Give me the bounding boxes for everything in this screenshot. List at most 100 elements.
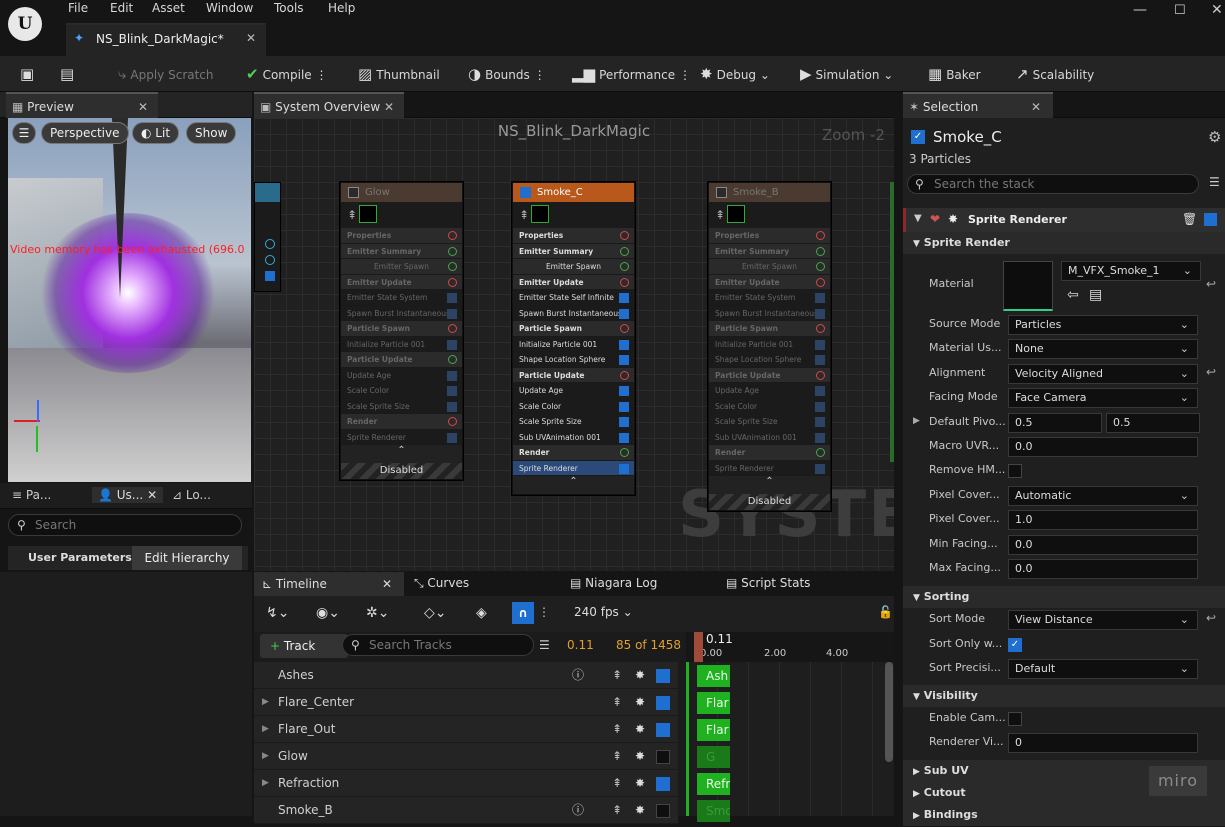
node-enable-checkbox[interactable] (348, 187, 359, 198)
property-dropdown[interactable]: Default ⌄ (1008, 659, 1198, 680)
module-row[interactable]: Emitter State System (709, 290, 830, 306)
node-enable-checkbox[interactable] (716, 187, 727, 198)
params-search-input[interactable]: ⚲ Search (8, 514, 242, 536)
emitter-lifespan-bar[interactable]: Flar (697, 692, 730, 714)
module-row[interactable]: Emitter Spawn (709, 259, 830, 275)
magnet-snap-icon[interactable]: ∩ (512, 602, 534, 624)
maximize-icon[interactable]: ☐ (1174, 3, 1186, 18)
close-icon[interactable]: ✕ (384, 94, 394, 120)
module-row[interactable]: Update Age (709, 383, 830, 399)
track-enabled-checkbox[interactable] (656, 696, 670, 710)
miro-badge[interactable]: miro (1149, 766, 1207, 796)
details-section[interactable]: ▼ Sorting (903, 586, 1225, 609)
module-checkbox[interactable] (815, 339, 825, 350)
emitter-lifespan-bar[interactable]: G (697, 746, 730, 768)
sprite-render-section[interactable]: ▼ Sprite Render (903, 232, 1225, 254)
reset-icon[interactable]: ↩ (1206, 611, 1216, 625)
property-dropdown[interactable]: View Distance ⌄ (1008, 610, 1198, 631)
compile-button[interactable]: ✔ Compile ⋮ (246, 56, 327, 92)
more-icon[interactable]: ⋮ (538, 605, 550, 619)
delete-icon[interactable]: 🗑 (1182, 212, 1197, 226)
property-dropdown[interactable]: None ⌄ (1008, 339, 1198, 360)
module-row[interactable]: Properties (513, 228, 634, 244)
node-enable-checkbox[interactable] (520, 187, 531, 198)
snap-icon[interactable]: ✲⌄ (366, 605, 389, 621)
module-row[interactable]: Initialize Particle 001 (341, 337, 462, 352)
save-icon[interactable]: ▣ (20, 56, 38, 92)
collapse-node-icon[interactable]: ⌃ (341, 445, 462, 463)
module-checkbox[interactable] (619, 417, 629, 427)
module-row[interactable]: Emitter Update (513, 274, 634, 290)
track-row[interactable]: Ashes ⓘ ⇞ ✸ (254, 662, 678, 689)
fps-dropdown[interactable]: 240 fps ⌄ (574, 605, 633, 619)
property-input[interactable]: 0.0 (1008, 559, 1198, 579)
menu-edit[interactable]: Edit (110, 1, 133, 15)
property-input-x[interactable]: 0.5 (1008, 412, 1102, 433)
close-icon[interactable]: ✕ (1031, 94, 1041, 120)
info-icon[interactable]: ⓘ (572, 797, 584, 824)
module-checkbox[interactable] (815, 355, 825, 365)
module-row[interactable]: Spawn Burst Instantaneous (709, 306, 830, 321)
expand-icon[interactable]: ▶ (262, 743, 269, 770)
property-checkbox[interactable] (1008, 711, 1022, 726)
property-input[interactable]: 1.0 (1008, 510, 1198, 531)
material-thumbnail[interactable] (1003, 261, 1053, 311)
track-row[interactable]: Smoke_B ⓘ ⇞ ✸ (254, 797, 678, 824)
module-row[interactable]: Render (341, 414, 462, 430)
module-row[interactable]: Update Age (341, 368, 462, 383)
node-header[interactable]: Smoke_B (709, 183, 830, 202)
emitter-lifespan-bar[interactable]: Smo (697, 800, 730, 822)
property-dropdown[interactable]: Velocity Aligned ⌄ (1008, 363, 1198, 384)
thumbnail-button[interactable]: ▨ Thumbnail (358, 56, 440, 92)
module-row[interactable]: Scale Sprite Size (709, 414, 830, 430)
module-row[interactable]: Properties (341, 228, 462, 244)
module-checkbox[interactable] (447, 308, 457, 319)
module-row[interactable]: Particle Spawn (513, 321, 634, 337)
module-checkbox[interactable] (619, 386, 629, 396)
expand-icon[interactable]: ▶ (913, 416, 920, 426)
module-checkbox[interactable] (815, 293, 825, 303)
emitter-node-smoke_c[interactable]: Smoke_C ⇞ Properties Emitter Summary Emitter… (512, 182, 635, 495)
module-row[interactable]: Emitter State System (341, 290, 462, 306)
module-checkbox[interactable] (619, 463, 629, 474)
preview-tab[interactable]: ▦ Preview ✕ (6, 92, 158, 118)
track-enabled-checkbox[interactable] (656, 777, 670, 791)
menu-window[interactable]: Window (206, 1, 253, 15)
module-checkbox[interactable] (815, 417, 825, 427)
module-row[interactable]: Emitter State Self Infinite (513, 290, 634, 306)
partial-node[interactable] (254, 182, 281, 292)
menu-file[interactable]: File (68, 1, 88, 15)
track-row[interactable]: ▶ Refraction ⇞ ✸ (254, 770, 678, 797)
expand-icon[interactable]: ▶ (262, 716, 269, 743)
track-row[interactable]: ▶ Flare_Out ⇞ ✸ (254, 716, 678, 743)
module-row[interactable]: Particle Spawn (709, 321, 830, 337)
menu-asset[interactable]: Asset (152, 1, 185, 15)
property-dropdown[interactable]: Face Camera ⌄ (1008, 388, 1198, 409)
stack-search-input[interactable]: ⚲ Search the stack (907, 174, 1199, 194)
script-stats-tab[interactable]: ▤ Script Stats (726, 576, 810, 590)
property-input[interactable]: 0.0 (1008, 534, 1198, 555)
module-row[interactable]: Scale Color (341, 383, 462, 399)
module-checkbox[interactable] (447, 432, 457, 443)
module-checkbox[interactable] (447, 401, 457, 412)
module-row[interactable]: Scale Color (513, 399, 634, 414)
track-row[interactable]: ▶ Glow ⇞ ✸ (254, 743, 678, 770)
module-row[interactable]: Sub UVAnimation 001 (709, 430, 830, 445)
reset-icon[interactable]: ↩ (1206, 277, 1216, 291)
module-checkbox[interactable] (619, 355, 629, 365)
lock-icon[interactable]: 🔓 (878, 605, 893, 619)
autokey-icon[interactable]: ◈ (476, 605, 487, 621)
module-row[interactable]: Scale Sprite Size (341, 399, 462, 414)
module-row[interactable]: Sprite Renderer (709, 461, 830, 476)
menu-help[interactable]: Help (328, 1, 355, 15)
module-row[interactable]: Shape Location Sphere (709, 352, 830, 368)
module-checkbox[interactable] (815, 432, 825, 443)
module-row[interactable]: Sprite Renderer (513, 460, 634, 476)
module-row[interactable]: Sprite Renderer (341, 430, 462, 445)
property-dropdown[interactable]: Automatic ⌄ (1008, 485, 1198, 506)
enabled-checkbox[interactable] (265, 271, 275, 281)
close-window-icon[interactable]: ✕ (1211, 2, 1223, 18)
property-checkbox[interactable]: ✓ (1008, 637, 1022, 652)
scalability-button[interactable]: ↗ Scalability (1016, 56, 1094, 92)
search-tracks-input[interactable]: ⚲ Search Tracks (342, 634, 534, 656)
